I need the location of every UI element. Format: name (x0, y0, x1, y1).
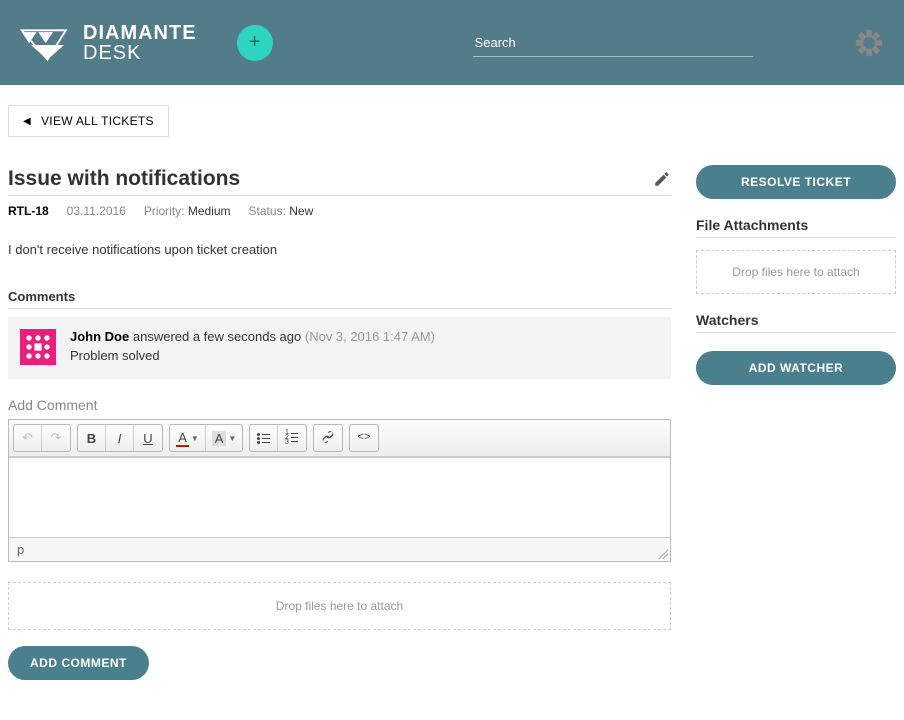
ticket-meta: RTL-18 03.11.2016 Priority: Medium Statu… (8, 204, 671, 218)
ticket-description: I don't receive notifications upon ticke… (8, 242, 671, 257)
search-input[interactable] (473, 29, 753, 57)
source-button[interactable]: <> (350, 425, 378, 451)
comment-body: John Doe answered a few seconds ago (Nov… (70, 329, 435, 365)
comment-avatar (20, 329, 56, 365)
bg-color-button[interactable]: A▼ (206, 425, 242, 451)
comments-heading: Comments (8, 289, 671, 309)
brand-logo[interactable]: DIAMANTE DESK (20, 23, 197, 63)
editor-toolbar: ↶ ↷ B I U A▼ A▼ (9, 420, 670, 457)
underline-icon: U (143, 431, 152, 446)
rich-text-editor: ↶ ↷ B I U A▼ A▼ (8, 419, 671, 562)
resize-handle[interactable] (658, 549, 668, 559)
editor-path: p (17, 542, 24, 557)
chevron-down-icon: ▼ (191, 434, 199, 443)
comment-action: answered a few seconds ago (133, 329, 301, 344)
attachments-dropzone[interactable]: Drop files here to attach (696, 250, 896, 294)
user-menu[interactable] (854, 28, 884, 58)
bg-color-icon: A (212, 431, 227, 446)
text-color-icon: A (176, 430, 189, 447)
avatar-icon (20, 329, 56, 365)
pencil-icon (653, 170, 671, 188)
create-button[interactable]: + (237, 25, 273, 61)
resolve-ticket-button[interactable]: RESOLVE TICKET (696, 165, 896, 199)
comment-timestamp: (Nov 3, 2016 1:47 AM) (305, 329, 435, 344)
logo-icon (20, 23, 75, 63)
comment-author: John Doe (70, 329, 129, 344)
undo-icon: ↶ (22, 430, 33, 446)
code-icon: <> (357, 432, 370, 444)
chevron-down-icon: ▼ (228, 434, 236, 443)
search-wrap (473, 29, 753, 57)
bold-button[interactable]: B (78, 425, 106, 451)
add-watcher-button[interactable]: ADD WATCHER (696, 351, 896, 385)
underline-button[interactable]: U (134, 425, 162, 451)
numbered-list-button[interactable] (278, 425, 306, 451)
ticket-title-row: Issue with notifications (8, 167, 671, 196)
view-all-tickets-button[interactable]: ◀ VIEW ALL TICKETS (8, 105, 169, 137)
chevron-left-icon: ◀ (23, 116, 31, 127)
bullet-list-button[interactable] (250, 425, 278, 451)
redo-button[interactable]: ↷ (42, 425, 70, 451)
undo-button[interactable]: ↶ (14, 425, 42, 451)
app-header: DIAMANTE DESK + (0, 0, 904, 85)
sidebar: RESOLVE TICKET File Attachments Drop fil… (696, 105, 896, 385)
watchers-heading: Watchers (696, 312, 896, 333)
link-button[interactable] (314, 425, 342, 451)
italic-button[interactable]: I (106, 425, 134, 451)
plus-icon: + (249, 31, 261, 54)
ticket-id: RTL-18 (8, 204, 49, 218)
comment-text: Problem solved (70, 348, 435, 363)
numbered-list-icon (285, 432, 299, 444)
ticket-priority: Priority: Medium (144, 204, 231, 218)
ticket-date: 03.11.2016 (67, 204, 126, 218)
add-comment-label: Add Comment (8, 397, 671, 413)
link-icon (321, 430, 335, 447)
bullet-list-icon (257, 432, 271, 444)
attachments-heading: File Attachments (696, 217, 896, 238)
ticket-title: Issue with notifications (8, 167, 653, 191)
brand-text: DIAMANTE DESK (83, 23, 197, 63)
redo-icon: ↷ (51, 430, 62, 446)
editor-textarea[interactable] (9, 457, 670, 537)
main-column: ◀ VIEW ALL TICKETS Issue with notificati… (8, 105, 671, 680)
italic-icon: I (118, 431, 122, 446)
edit-ticket-button[interactable] (653, 170, 671, 188)
comment-item: John Doe answered a few seconds ago (Nov… (8, 317, 671, 379)
back-label: VIEW ALL TICKETS (41, 114, 154, 128)
text-color-button[interactable]: A▼ (170, 425, 206, 451)
editor-path-bar: p (9, 537, 670, 561)
comment-dropzone[interactable]: Drop files here to attach (8, 582, 671, 630)
add-comment-button[interactable]: ADD COMMENT (8, 646, 149, 680)
ticket-status: Status: New (249, 204, 314, 218)
user-avatar-icon (854, 28, 884, 58)
bold-icon: B (87, 431, 96, 446)
